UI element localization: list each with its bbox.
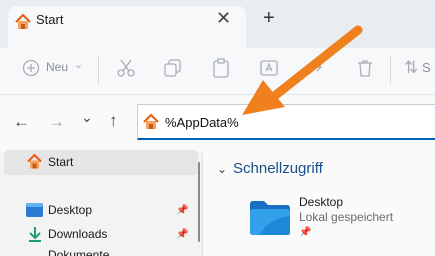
annotation-arrow-icon	[242, 25, 363, 115]
